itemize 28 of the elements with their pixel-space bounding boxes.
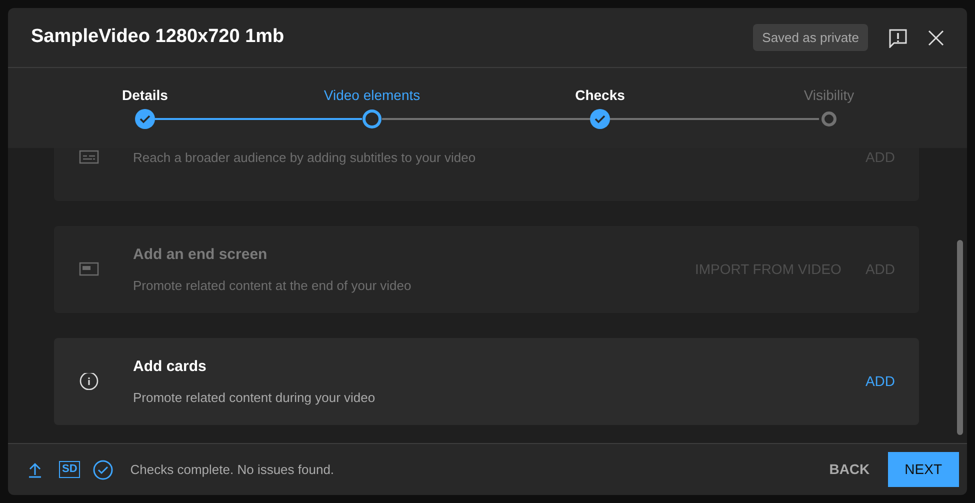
feedback-icon[interactable]: [888, 28, 908, 48]
info-icon: [79, 373, 99, 390]
status-message: Checks complete. No issues found.: [130, 460, 336, 479]
back-button[interactable]: BACK: [827, 459, 872, 480]
element-title: Add cards: [133, 357, 208, 377]
element-description: Promote related content during your video: [133, 388, 376, 407]
check-circle-icon: [93, 460, 114, 480]
element-description: Reach a broader audience by adding subtitles to your video: [133, 148, 477, 167]
next-button[interactable]: NEXT: [888, 452, 959, 487]
step-check-icon: [590, 109, 610, 129]
subtitles-icon: [79, 149, 99, 166]
end-screen-icon: [79, 261, 99, 278]
scrollbar-thumb[interactable]: [957, 240, 963, 435]
step-tab[interactable]: Details: [122, 85, 168, 106]
dialog-title: SampleVideo 1280x720 1mb: [31, 25, 286, 50]
step-tab[interactable]: Visibility: [804, 85, 854, 106]
saved-status-badge: Saved as private: [753, 24, 868, 52]
step-check-icon: [135, 109, 155, 129]
sd-quality-badge: SD: [59, 461, 80, 478]
step-ring-icon: [362, 109, 382, 129]
element-title: Add an end screen: [133, 245, 268, 265]
step-dot-icon: [821, 111, 837, 127]
element-description: Promote related content at the end of your video: [133, 276, 412, 295]
step-tab[interactable]: Video elements: [324, 85, 420, 106]
upload-icon: [28, 462, 42, 478]
step-tab[interactable]: Checks: [575, 85, 625, 106]
close-icon[interactable]: [928, 30, 944, 46]
add-element-button[interactable]: ADD: [865, 371, 895, 392]
